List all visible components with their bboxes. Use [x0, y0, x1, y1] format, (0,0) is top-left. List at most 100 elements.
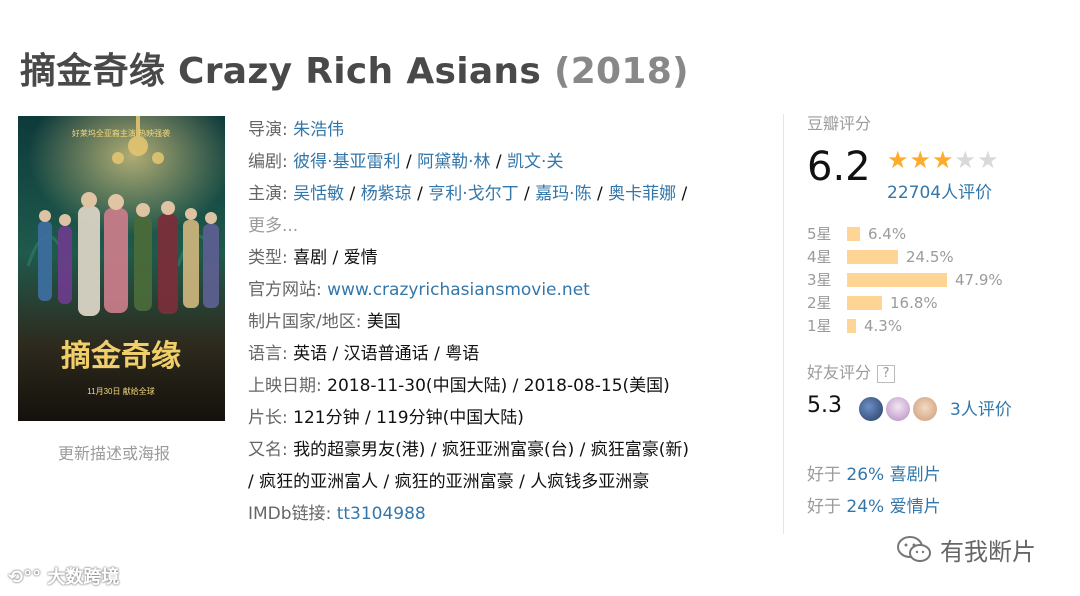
rating-label: 豆瓣评分 [807, 114, 872, 133]
runtime-row: 片长: 121分钟 / 119分钟(中国大陆) [248, 408, 524, 428]
poster-date: 11月30日 献给全球 [87, 386, 154, 396]
writer-link[interactable]: 阿黛勒·林 [417, 152, 490, 172]
site-label: 官方网站 [248, 280, 316, 300]
friend-rating-summary: 5.3 3人评价 [807, 387, 1067, 427]
runtime-value: 121分钟 / 119分钟(中国大陆) [293, 408, 524, 428]
release-row: 上映日期: 2018-11-30(中国大陆) / 2018-08-15(美国) [248, 376, 670, 396]
imdb-row: IMDb链接: tt3104988 [248, 504, 426, 524]
writers-label: 编剧 [248, 152, 282, 172]
writers-row: 编剧: 彼得·基亚雷利 / 阿黛勒·林 / 凯文·关 [248, 152, 564, 172]
poster-top-text: 好莱坞全亚裔主演 热映强袭 [72, 128, 170, 138]
rating-bar [847, 318, 856, 333]
friend-rating-score: 5.3 [807, 393, 842, 418]
rating-votes-link[interactable]: 22704人评价 [887, 178, 992, 203]
release-value: 2018-11-30(中国大陆) / 2018-08-15(美国) [327, 376, 670, 396]
avatar[interactable] [886, 397, 910, 421]
rating-bar [847, 249, 898, 264]
language-label: 语言 [248, 344, 282, 364]
movie-info: 导演: 朱浩伟 编剧: 彼得·基亚雷利 / 阿黛勒·林 / 凯文·关 主演: 吴… [248, 114, 768, 530]
rating-bar [847, 226, 860, 241]
poster-title: 摘金奇缘 [61, 339, 181, 374]
rating-bar-pct: 47.9% [955, 270, 1003, 289]
cast-link[interactable]: 吴恬敏 [293, 184, 344, 204]
rating-bar-label: 5星 [807, 225, 832, 243]
imdb-label: IMDb链接 [248, 504, 326, 524]
writer-link[interactable]: 彼得·基亚雷利 [293, 152, 400, 172]
director-row: 导演: 朱浩伟 [248, 120, 345, 140]
rating-bar [847, 295, 882, 310]
cast-link[interactable]: 杨紫琼 [361, 184, 412, 204]
rating-summary: 6.2 ★★★★★ 22704人评价 [807, 144, 1067, 204]
douban-rating-panel: 豆瓣评分 6.2 ★★★★★ 22704人评价 5星 6.4% 4星 24.5%… [807, 110, 1067, 523]
watermark-logo-icon: ⟲°° [8, 567, 42, 588]
movie-year: (2018) [553, 51, 689, 92]
cast-label: 主演 [248, 184, 282, 204]
aka-row-continued: / 疯狂的亚洲富人 / 疯狂的亚洲富豪 / 人疯钱多亚洲豪 [248, 466, 768, 498]
avatar[interactable] [859, 397, 883, 421]
genre-rank-row: 好于 26% 喜剧片 [807, 465, 941, 485]
genre-rank: 好于 26% 喜剧片 好于 24% 爱情片 [807, 459, 1067, 523]
country-value: 美国 [366, 312, 401, 332]
genre-value: 喜剧 / 爱情 [293, 248, 378, 268]
watermark-left-text: 大数跨境 [47, 567, 120, 588]
rating-bar-label: 1星 [807, 317, 832, 335]
friend-rating-label: 好友评分? [807, 359, 1067, 383]
rating-bar-pct: 4.3% [864, 316, 903, 335]
rating-distribution: 5星 6.4% 4星 24.5% 3星 47.9% 2星 16.8% 1星 4.… [807, 222, 1067, 337]
star-empty-icon: ★★ [954, 146, 1000, 174]
cast-link[interactable]: 奥卡菲娜 [608, 184, 676, 204]
update-poster-link[interactable]: 更新描述或海报 [58, 440, 170, 464]
genre-rank-row: 好于 24% 爱情片 [807, 497, 941, 517]
movie-poster[interactable]: 好莱坞全亚裔主演 热映强袭 摘金奇缘 11月30日 献给全球 [18, 116, 225, 421]
language-row: 语言: 英语 / 汉语普通话 / 粤语 [248, 344, 480, 364]
aka-row: 又名: 我的超豪男友(港) / 疯狂亚洲富豪(台) / 疯狂富豪(新) [248, 440, 690, 460]
more-cast-link[interactable]: 更多... [248, 216, 298, 236]
site-row: 官方网站: www.crazyrichasiansmovie.net [248, 280, 590, 300]
rating-bar [847, 272, 947, 287]
official-site-link[interactable]: www.crazyrichasiansmovie.net [327, 280, 590, 300]
cast-link[interactable]: 嘉玛·陈 [535, 184, 591, 204]
genre-label: 类型 [248, 248, 282, 268]
friend-votes-link[interactable]: 3人评价 [950, 395, 1012, 420]
writer-link[interactable]: 凯文·关 [507, 152, 563, 172]
director-link[interactable]: 朱浩伟 [293, 120, 344, 140]
genre-rank-link[interactable]: 26% 喜剧片 [846, 465, 940, 485]
director-label: 导演 [248, 120, 282, 140]
avatar[interactable] [913, 397, 937, 421]
country-row: 制片国家/地区: 美国 [248, 312, 401, 332]
rating-bar-label: 4星 [807, 248, 832, 266]
cast-link[interactable]: 亨利·戈尔丁 [428, 184, 518, 204]
rating-score: 6.2 [807, 144, 871, 190]
watermark-right-text: 有我断片 [940, 538, 1036, 566]
wechat-icon [897, 535, 931, 562]
rating-bar-label: 2星 [807, 294, 832, 312]
rating-bar-pct: 6.4% [868, 224, 907, 243]
imdb-link[interactable]: tt3104988 [337, 504, 426, 524]
rating-bar-pct: 24.5% [906, 247, 954, 266]
release-label: 上映日期 [248, 376, 316, 396]
friend-rating: 好友评分? 5.3 3人评价 [807, 359, 1067, 427]
rating-bar-row: 5星 6.4% [807, 222, 1067, 245]
help-icon[interactable]: ? [877, 364, 896, 383]
more-row: 更多... [248, 210, 768, 242]
section-divider [783, 114, 784, 534]
watermark-right: 有我断片 [896, 532, 1036, 567]
watermark-left: ⟲°° 大数跨境 [8, 563, 119, 589]
rating-bar-label: 3星 [807, 271, 832, 289]
page-title: 摘金奇缘 Crazy Rich Asians (2018) [20, 42, 689, 94]
aka-value-continued: / 疯狂的亚洲富人 / 疯狂的亚洲富豪 / 人疯钱多亚洲豪 [248, 472, 650, 492]
rating-bar-row: 4星 24.5% [807, 245, 1067, 268]
language-value: 英语 / 汉语普通话 / 粤语 [293, 344, 480, 364]
rating-bar-row: 1星 4.3% [807, 314, 1067, 337]
movie-title: 摘金奇缘 Crazy Rich Asians [20, 51, 542, 92]
aka-value: 我的超豪男友(港) / 疯狂亚洲富豪(台) / 疯狂富豪(新) [293, 440, 690, 460]
genre-row: 类型: 喜剧 / 爱情 [248, 248, 378, 268]
aka-label: 又名 [248, 440, 282, 460]
rating-bar-row: 3星 47.9% [807, 268, 1067, 291]
country-label: 制片国家/地区 [248, 312, 356, 332]
friend-avatars [859, 397, 940, 421]
rating-bar-pct: 16.8% [890, 293, 938, 312]
genre-rank-link[interactable]: 24% 爱情片 [846, 497, 940, 517]
cast-row: 主演: 吴恬敏 / 杨紫琼 / 亨利·戈尔丁 / 嘉玛·陈 / 奥卡菲娜 / [248, 184, 688, 204]
star-filled-icon: ★★★ [887, 146, 955, 174]
